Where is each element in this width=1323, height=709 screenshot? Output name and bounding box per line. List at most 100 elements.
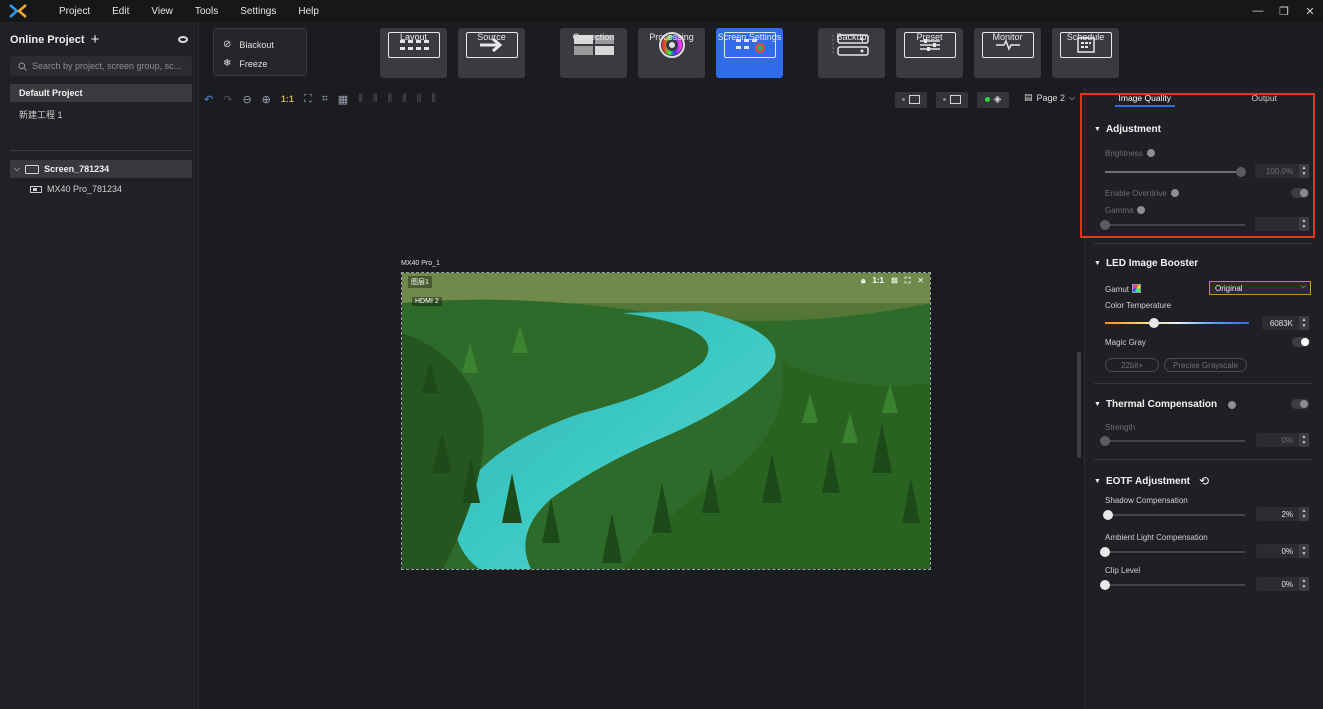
- fit-icon[interactable]: ⊠: [891, 276, 898, 286]
- view-controls: [895, 91, 927, 108]
- shadow-slider[interactable]: [1102, 510, 1245, 520]
- thermal-header[interactable]: ▼ Thermal Compensation: [1094, 399, 1237, 410]
- clip-input[interactable]: 0% ▲ ▼: [1256, 577, 1309, 591]
- color-temp-slider[interactable]: [1105, 318, 1249, 328]
- screen-settings-button[interactable]: Screen Settings: [716, 28, 783, 78]
- info-icon[interactable]: [1228, 400, 1237, 409]
- stepper-icon[interactable]: ▲ ▼: [1299, 544, 1309, 558]
- menu-tools[interactable]: Tools: [184, 6, 229, 17]
- close-icon[interactable]: ✕: [917, 276, 924, 286]
- align-center-icon[interactable]: ⫴: [373, 93, 378, 106]
- distribute-v-icon[interactable]: ⫴: [431, 93, 436, 106]
- ambient-input[interactable]: 0% ▲ ▼: [1256, 544, 1309, 558]
- chevron-down-icon[interactable]: ⌵: [14, 164, 20, 174]
- schedule-button[interactable]: Schedule: [1052, 28, 1119, 78]
- eye-icon[interactable]: [178, 36, 188, 43]
- add-project-icon[interactable]: +: [91, 32, 100, 47]
- preset-button[interactable]: Preset: [896, 28, 963, 78]
- grid-icon[interactable]: ▦: [338, 93, 348, 106]
- menu-edit[interactable]: Edit: [101, 6, 140, 17]
- gamut-icon[interactable]: [1132, 284, 1142, 293]
- fit-screen-icon[interactable]: ⛶: [304, 93, 312, 106]
- close-icon[interactable]: ✕: [1303, 5, 1317, 18]
- menu-help[interactable]: Help: [287, 6, 330, 17]
- screen-layer[interactable]: 图层1 HDMI 2 🔒︎ 1:1 ⊠ ⛶ ✕: [401, 272, 931, 570]
- zoom-in-icon[interactable]: ⊕: [262, 93, 271, 106]
- menu-project[interactable]: Project: [48, 6, 101, 17]
- clip-slider[interactable]: [1100, 580, 1245, 590]
- chevron-down-icon: ⌵: [1069, 92, 1076, 102]
- stepper-icon[interactable]: ▲ ▼: [1299, 507, 1309, 521]
- monitor-button[interactable]: Monitor: [974, 28, 1041, 78]
- ratio-button[interactable]: 1:1: [872, 276, 884, 286]
- project-panel: Online Project + Default Project 新建工程 1 …: [0, 22, 199, 709]
- gamut-select[interactable]: Original ⌵: [1209, 281, 1311, 295]
- project-item-new[interactable]: 新建工程 1: [10, 105, 192, 123]
- shadow-knob[interactable]: [1102, 510, 1113, 520]
- divider: [10, 150, 192, 151]
- window-view-button[interactable]: [936, 91, 968, 108]
- layers-icon: ◈: [993, 94, 1002, 105]
- chevron-down-icon: ⌵: [1300, 283, 1306, 290]
- layout-button[interactable]: Layout: [380, 28, 447, 78]
- align-top-icon[interactable]: ⫴: [402, 93, 407, 106]
- screen-name: Screen_781234: [44, 164, 110, 174]
- clip-knob[interactable]: [1100, 580, 1110, 590]
- zoom-reset-button[interactable]: 1:1: [281, 94, 294, 104]
- chip-precise-grayscale[interactable]: Precise Grayscale: [1164, 358, 1247, 372]
- blackout-button[interactable]: ⊘ Blackout: [223, 39, 274, 50]
- project-item-default[interactable]: Default Project: [10, 84, 192, 102]
- processing-button[interactable]: Processing: [638, 28, 705, 78]
- vertical-scrollbar[interactable]: [1077, 352, 1081, 458]
- color-temp-knob[interactable]: [1148, 318, 1159, 328]
- color-temp-input[interactable]: 6083K ▲ ▼: [1262, 316, 1309, 330]
- search-input[interactable]: [32, 61, 187, 71]
- shadow-input[interactable]: 2% ▲ ▼: [1256, 507, 1309, 521]
- thermal-toggle[interactable]: [1291, 399, 1309, 409]
- monitor-label: Monitor: [992, 32, 1023, 42]
- strength-slider[interactable]: [1100, 436, 1245, 446]
- restore-icon[interactable]: ❐: [1277, 5, 1291, 18]
- ambient-slider[interactable]: [1100, 547, 1245, 557]
- undo-icon[interactable]: ↶: [204, 93, 213, 106]
- grid-view-button[interactable]: [895, 91, 927, 108]
- strength-input[interactable]: 0% ▲ ▼: [1256, 433, 1309, 447]
- backup-button[interactable]: Backup: [818, 28, 885, 78]
- layers-button[interactable]: ◈: [977, 91, 1009, 108]
- magic-gray-toggle[interactable]: [1292, 337, 1310, 347]
- minimize-icon[interactable]: —: [1251, 5, 1265, 17]
- fit-selection-icon[interactable]: ⌗: [322, 93, 328, 106]
- page-selector[interactable]: ▤ Page 2 ⌵: [1024, 92, 1075, 103]
- correction-button[interactable]: Correction: [560, 28, 627, 78]
- zoom-out-icon[interactable]: ⊖: [242, 93, 251, 106]
- align-left-icon[interactable]: ⫴: [358, 93, 363, 106]
- view-controls-3: ◈: [977, 91, 1009, 108]
- stepper-icon[interactable]: ▲ ▼: [1299, 316, 1309, 330]
- device-tree-item[interactable]: MX40 Pro_781234: [30, 184, 122, 194]
- strength-knob[interactable]: [1100, 436, 1110, 446]
- align-right-icon[interactable]: ⫴: [387, 93, 392, 106]
- search-box[interactable]: [10, 56, 192, 76]
- ambient-knob[interactable]: [1100, 547, 1110, 557]
- stepper-icon[interactable]: ▲ ▼: [1299, 433, 1309, 447]
- stepper-icon[interactable]: ▲ ▼: [1299, 577, 1309, 591]
- freeze-button[interactable]: ❄ Freeze: [223, 58, 267, 69]
- reset-icon[interactable]: ⟲: [1199, 474, 1209, 488]
- redo-icon[interactable]: ↷: [223, 93, 232, 106]
- eotf-header[interactable]: ▼ EOTF Adjustment ⟲: [1094, 474, 1209, 488]
- menu-view[interactable]: View: [140, 6, 184, 17]
- panel-title: Online Project +: [10, 32, 100, 47]
- led-booster-header[interactable]: ▼ LED Image Booster: [1094, 258, 1198, 269]
- screen-tree-item[interactable]: ⌵ Screen_781234: [10, 160, 192, 178]
- color-temp-label: Color Temperature: [1105, 301, 1172, 310]
- layer-label: 图层1: [408, 276, 432, 288]
- source-button[interactable]: Source: [458, 28, 525, 78]
- layer-controls: 🔒︎ 1:1 ⊠ ⛶ ✕: [861, 276, 924, 286]
- lock-icon[interactable]: 🔒︎: [861, 276, 865, 286]
- fullscreen-icon[interactable]: ⛶: [905, 276, 911, 286]
- menu-settings[interactable]: Settings: [229, 6, 287, 17]
- distribute-h-icon[interactable]: ⫴: [417, 93, 422, 106]
- chip-22bit[interactable]: 22bit+: [1105, 358, 1159, 372]
- blackout-freeze-group: ⊘ Blackout ❄ Freeze: [213, 28, 307, 76]
- shadow-label: Shadow Compensation: [1105, 496, 1188, 505]
